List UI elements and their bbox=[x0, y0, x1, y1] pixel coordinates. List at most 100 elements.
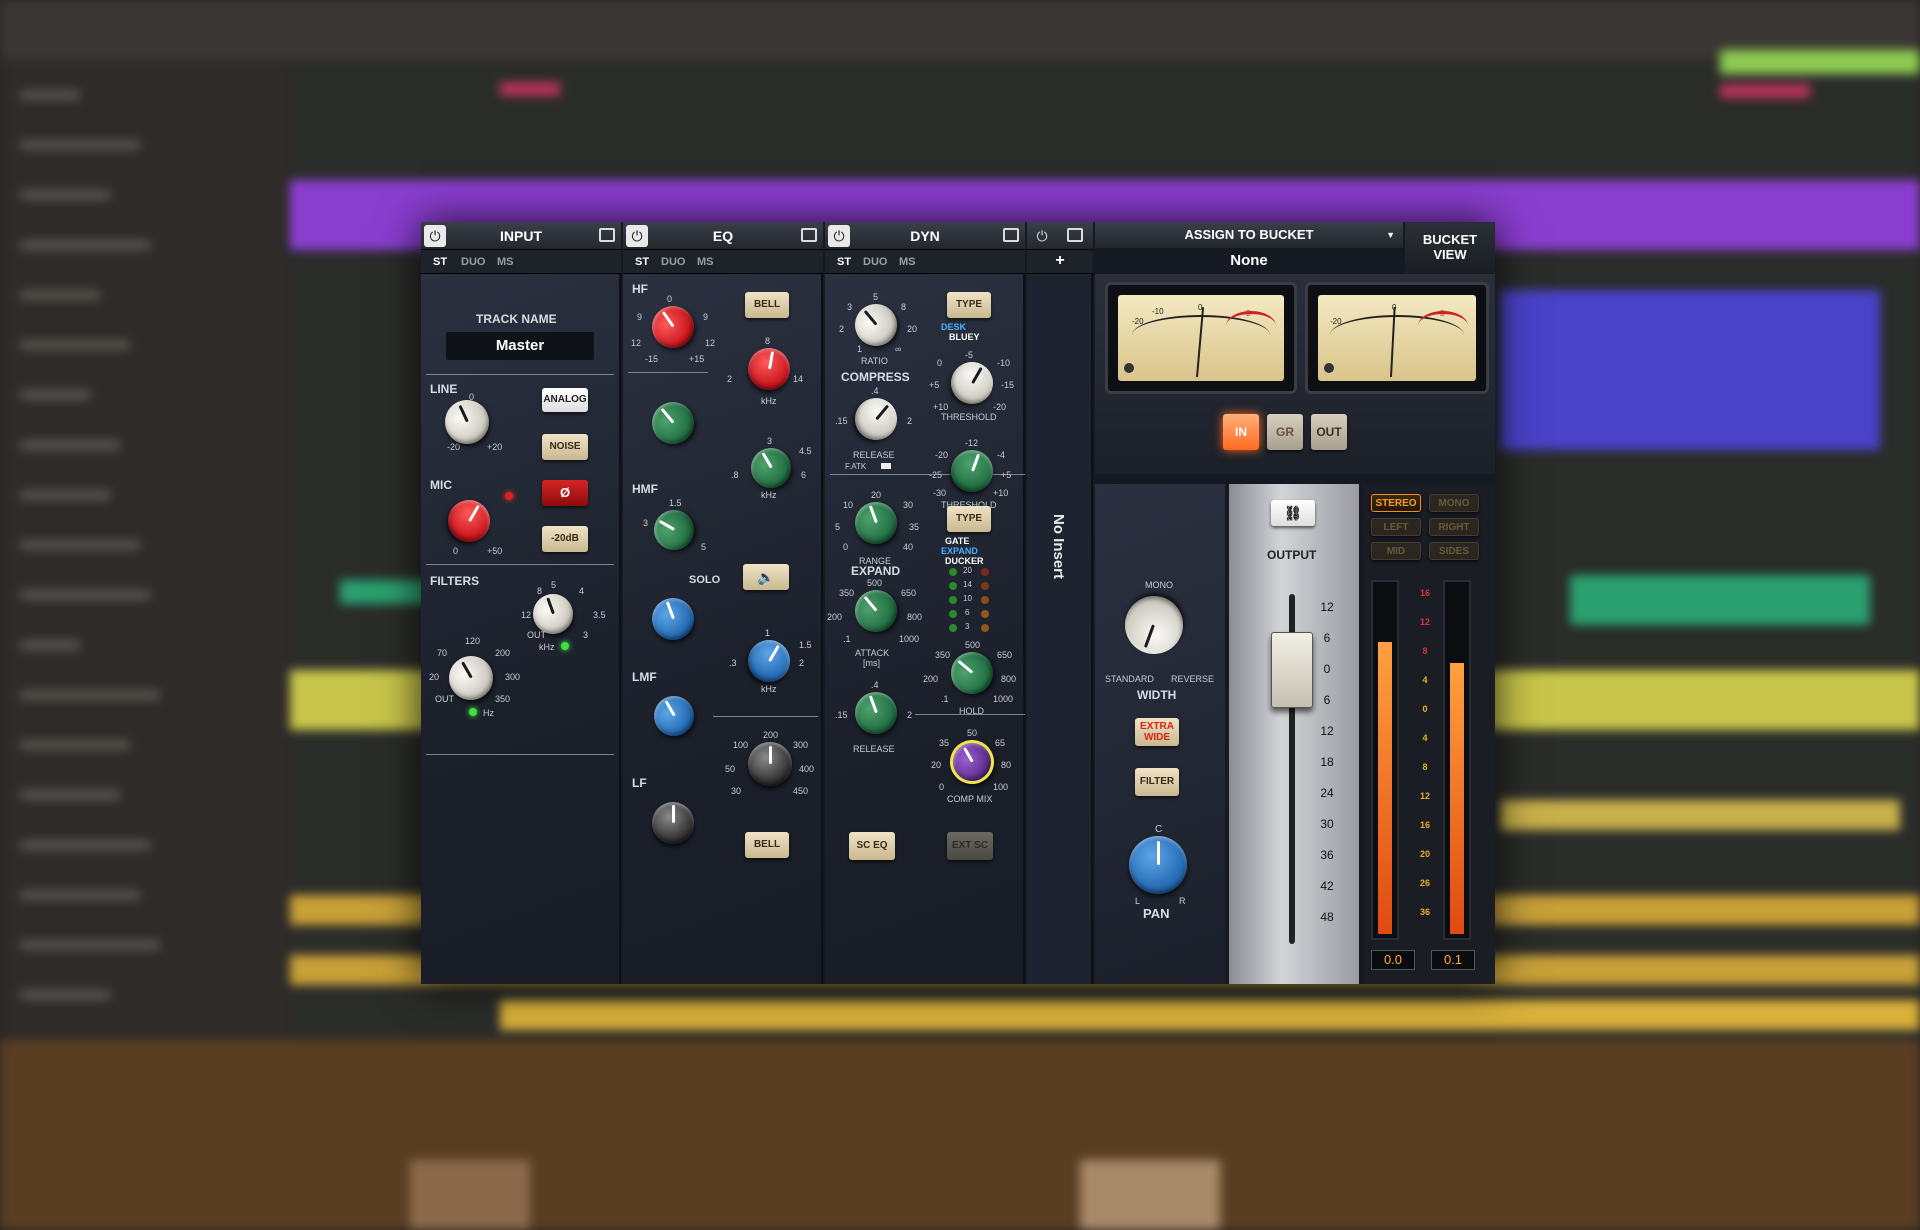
ratio-label: RATIO bbox=[861, 356, 888, 366]
dynamics-section: ⏻ DYN ST DUO MS 5 3 8 2 20 1 ∞ RATIO TYPE D… bbox=[825, 222, 1025, 984]
left-peak-readout[interactable]: 0.0 bbox=[1371, 950, 1415, 970]
dyn-mode-duo[interactable]: DUO bbox=[863, 256, 887, 268]
gate-type-button[interactable]: TYPE bbox=[947, 506, 991, 532]
meter-scale-tick: 20 bbox=[1419, 849, 1430, 859]
pan-knob[interactable] bbox=[1129, 836, 1187, 894]
sc-eq-button[interactable]: SC EQ bbox=[849, 832, 895, 860]
expand-release-label: RELEASE bbox=[853, 744, 895, 754]
dyn-mode-st[interactable]: ST bbox=[837, 256, 851, 268]
track-name-field[interactable]: Master bbox=[446, 332, 594, 360]
ext-sc-button[interactable]: EXT SC bbox=[947, 832, 993, 860]
chevron-down-icon: ▼ bbox=[1386, 230, 1395, 240]
gate-threshold-knob[interactable] bbox=[945, 444, 999, 498]
fader-scale-tick: 18 bbox=[1320, 755, 1334, 769]
meter-scale-tick: 8 bbox=[1422, 646, 1428, 656]
fader-scale-tick: 6 bbox=[1323, 693, 1331, 707]
extra-wide-button[interactable]: EXTRA WIDE bbox=[1135, 718, 1179, 746]
comp-type-desk[interactable]: DESK bbox=[941, 322, 966, 332]
insert-power-button[interactable]: ⏻ bbox=[1031, 225, 1053, 247]
level-meter-panel: STEREO MONO LEFT RIGHT MID SIDES 16 12 8 4 0 4 8 12 1… bbox=[1363, 484, 1495, 984]
gate-type-ducker[interactable]: DUCKER bbox=[945, 556, 984, 566]
lowpass-led bbox=[561, 642, 569, 650]
meter-mode-mid[interactable]: MID bbox=[1371, 542, 1421, 560]
bucket-view-button[interactable]: BUCKET VIEW bbox=[1405, 222, 1495, 274]
meter-in-button[interactable]: IN bbox=[1223, 414, 1259, 450]
track-name-label: TRACK NAME bbox=[476, 312, 557, 326]
input-expand-icon[interactable] bbox=[599, 228, 615, 242]
lf-freq-knob[interactable] bbox=[748, 742, 792, 786]
pad-20db-button[interactable]: -20dB bbox=[542, 526, 588, 552]
dyn-mode-ms[interactable]: MS bbox=[899, 256, 916, 268]
input-mode-st[interactable]: ST bbox=[433, 256, 447, 268]
width-knob[interactable] bbox=[1116, 587, 1192, 663]
input-section: ⏻ INPUT ST DUO MS TRACK NAME Master LINE 0 … bbox=[421, 222, 621, 984]
assign-bucket-dropdown[interactable]: ASSIGN TO BUCKET ▼ bbox=[1095, 222, 1403, 248]
hmf-gain-upper-knob[interactable] bbox=[643, 393, 703, 453]
meter-scale-tick: 12 bbox=[1419, 617, 1430, 627]
hf-freq-knob[interactable] bbox=[744, 344, 794, 394]
analog-button[interactable]: ANALOG bbox=[542, 388, 588, 412]
range-knob[interactable] bbox=[849, 496, 903, 550]
output-label: OUTPUT bbox=[1267, 548, 1317, 562]
lmf-q-knob[interactable] bbox=[646, 688, 702, 744]
add-insert-button[interactable]: + bbox=[1027, 250, 1093, 274]
right-peak-readout[interactable]: 0.1 bbox=[1431, 950, 1475, 970]
expand-label: EXPAND bbox=[851, 564, 901, 578]
output-fader-handle[interactable] bbox=[1271, 632, 1313, 708]
output-section: ASSIGN TO BUCKET ▼ None BUCKET VIEW -20 -1… bbox=[1095, 222, 1495, 984]
filters-label: FILTERS bbox=[430, 574, 480, 588]
insert-expand-icon[interactable] bbox=[1067, 228, 1083, 242]
phase-invert-button[interactable]: Ø bbox=[542, 480, 588, 506]
eq-hmf-label: HMF bbox=[632, 482, 658, 496]
input-power-button[interactable]: ⏻ bbox=[424, 225, 446, 247]
mic-label: MIC bbox=[430, 478, 452, 492]
eq-mode-st[interactable]: ST bbox=[635, 256, 649, 268]
eq-power-button[interactable]: ⏻ bbox=[626, 225, 648, 247]
lmf-freq-knob[interactable] bbox=[740, 632, 798, 690]
comp-release-knob[interactable] bbox=[846, 389, 906, 449]
compress-label: COMPRESS bbox=[841, 370, 910, 384]
lf-gain-knob[interactable] bbox=[652, 802, 694, 844]
gate-type-gate[interactable]: GATE bbox=[945, 536, 969, 546]
meter-scale-tick: 26 bbox=[1419, 878, 1430, 888]
no-insert-label[interactable]: No Insert bbox=[1043, 514, 1067, 634]
comp-type-bluey[interactable]: BLUEY bbox=[949, 332, 980, 342]
meter-mode-left[interactable]: LEFT bbox=[1371, 518, 1421, 536]
meter-out-button[interactable]: OUT bbox=[1311, 414, 1347, 450]
width-label: WIDTH bbox=[1137, 688, 1177, 702]
hf-bell-button[interactable]: BELL bbox=[745, 292, 789, 318]
attack-knob[interactable] bbox=[846, 581, 906, 641]
dyn-expand-icon[interactable] bbox=[1003, 228, 1019, 242]
lf-bell-button[interactable]: BELL bbox=[745, 832, 789, 858]
meter-gr-button[interactable]: GR bbox=[1267, 414, 1303, 450]
meter-scale-tick: 0 bbox=[1422, 704, 1428, 714]
meter-mode-right[interactable]: RIGHT bbox=[1429, 518, 1479, 536]
fader-scale-tick: 42 bbox=[1320, 879, 1334, 893]
mic-gain-knob[interactable] bbox=[440, 492, 498, 550]
meter-mode-sides[interactable]: SIDES bbox=[1429, 542, 1479, 560]
hf-gain-knob[interactable] bbox=[643, 297, 703, 357]
meter-scale-tick: 4 bbox=[1422, 675, 1428, 685]
input-mode-ms[interactable]: MS bbox=[497, 256, 514, 268]
lmf-gain-knob[interactable] bbox=[646, 592, 700, 646]
dyn-power-button[interactable]: ⏻ bbox=[828, 225, 850, 247]
noise-button[interactable]: NOISE bbox=[542, 434, 588, 460]
comp-type-button[interactable]: TYPE bbox=[947, 292, 991, 318]
meter-scale-tick: 16 bbox=[1419, 820, 1430, 830]
meter-mode-mono[interactable]: MONO bbox=[1429, 494, 1479, 512]
input-title: INPUT bbox=[500, 228, 542, 244]
expand-release-knob[interactable] bbox=[849, 686, 903, 740]
link-icon[interactable]: ⛓ bbox=[1271, 500, 1315, 526]
gate-type-expand[interactable]: EXPAND bbox=[941, 546, 978, 556]
input-mode-duo[interactable]: DUO bbox=[461, 256, 485, 268]
hmf-freq-knob[interactable] bbox=[743, 440, 799, 496]
meter-mode-stereo[interactable]: STEREO bbox=[1371, 494, 1421, 512]
eq-mode-duo[interactable]: DUO bbox=[661, 256, 685, 268]
solo-speaker-button[interactable]: 🔈 bbox=[743, 564, 789, 590]
fast-attack-toggle[interactable] bbox=[881, 463, 891, 469]
eq-mode-ms[interactable]: MS bbox=[697, 256, 714, 268]
solo-label: SOLO bbox=[689, 574, 721, 586]
eq-expand-icon[interactable] bbox=[801, 228, 817, 242]
hmf-q-knob[interactable] bbox=[646, 502, 702, 558]
width-filter-button[interactable]: FILTER bbox=[1135, 768, 1179, 796]
